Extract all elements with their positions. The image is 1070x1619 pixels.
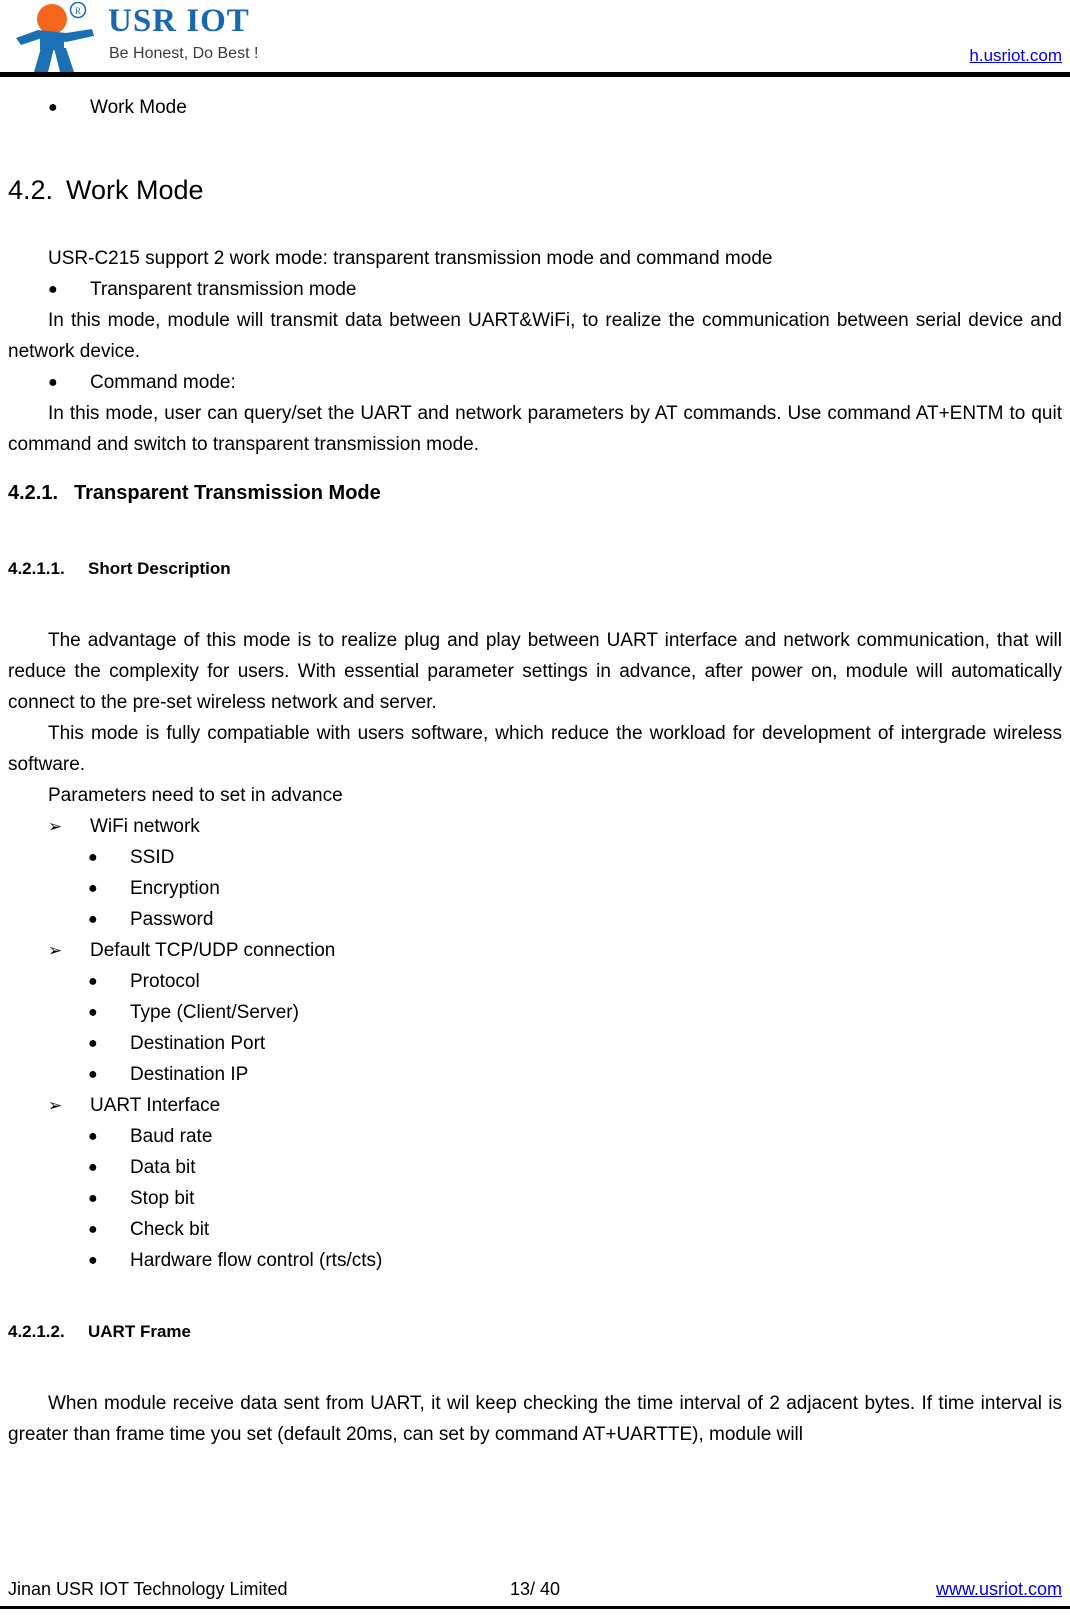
bullet-disc-icon: ●	[48, 99, 58, 116]
list-item: ➢ UART Interface	[48, 1090, 1062, 1121]
list-item: ● Password	[88, 904, 1062, 935]
heading-4-2-1-number: 4.2.1.	[8, 482, 59, 504]
list-item-label: Destination Port	[130, 1033, 266, 1054]
header-website-link[interactable]: h.usriot.com	[969, 46, 1062, 66]
list-item-label: Password	[130, 909, 214, 930]
bullet-disc-icon: ●	[48, 281, 58, 298]
usr-iot-figure-icon: R	[8, 1, 104, 72]
bullet-arrow-icon: ➢	[48, 941, 63, 960]
list-item-label: WiFi network	[90, 816, 200, 837]
short-description-paragraph-2: This mode is fully compatiable with user…	[8, 723, 1062, 775]
intro-paragraph: USR-C215 support 2 work mode: transparen…	[48, 248, 773, 269]
list-item-label: Encryption	[130, 878, 220, 899]
list-item: ● Data bit	[88, 1152, 1062, 1183]
list-item-label: UART Interface	[90, 1095, 221, 1116]
list-item-label: Command mode:	[90, 372, 236, 393]
list-item: ● Encryption	[88, 873, 1062, 904]
page-footer: Jinan USR IOT Technology Limited 13/ 40 …	[0, 1567, 1070, 1619]
bullet-disc-icon: ●	[88, 1159, 98, 1176]
list-item: ● Protocol	[88, 966, 1062, 997]
footer-row: Jinan USR IOT Technology Limited 13/ 40 …	[0, 1575, 1070, 1605]
bullet-arrow-icon: ➢	[48, 1096, 63, 1115]
uart-frame-paragraph: When module receive data sent from UART,…	[8, 1393, 1062, 1445]
list-item: ➢ WiFi network	[48, 811, 1062, 842]
short-description-paragraph-1: The advantage of this mode is to realize…	[8, 630, 1062, 713]
list-item: ● Check bit	[88, 1214, 1062, 1245]
logo-wordmark: USR IOT	[108, 3, 250, 39]
footer-divider	[0, 1606, 1070, 1609]
list-item: ● Stop bit	[88, 1183, 1062, 1214]
bullet-disc-icon: ●	[88, 1004, 98, 1021]
heading-4-2-1-2-title: UART Frame	[88, 1322, 191, 1341]
heading-4-2-1-2: 4.2.1.2. UART Frame	[8, 1320, 1062, 1344]
heading-4-2-1-title: Transparent Transmission Mode	[74, 482, 381, 504]
logo-tagline: Be Honest, Do Best !	[109, 45, 259, 62]
bullet-arrow-icon: ➢	[48, 817, 63, 836]
footer-website-link[interactable]: www.usriot.com	[936, 1575, 1062, 1603]
document-content: ● Work Mode 4.2. Work Mode USR-C215 suppo…	[0, 78, 1070, 1450]
list-item: ● Hardware flow control (rts/cts)	[88, 1245, 1062, 1276]
list-item-label: Work Mode	[90, 97, 187, 118]
list-item-label: Destination IP	[130, 1064, 249, 1085]
list-item-label: Default TCP/UDP connection	[90, 940, 336, 961]
list-item-label: Transparent transmission mode	[90, 279, 357, 300]
document-page: R USR IOT Be Honest, Do Best ! h.usriot.…	[0, 0, 1070, 1619]
list-item: ● Destination IP	[88, 1059, 1062, 1090]
list-item: ● Command mode:	[48, 367, 1062, 398]
list-item-label: Baud rate	[130, 1126, 213, 1147]
list-item: ● Destination Port	[88, 1028, 1062, 1059]
bullet-disc-icon: ●	[88, 1190, 98, 1207]
list-item: ● Transparent transmission mode	[48, 274, 1062, 305]
list-item-label: Type (Client/Server)	[130, 1002, 299, 1023]
command-mode-paragraph: In this mode, user can query/set the UAR…	[8, 403, 1062, 455]
list-item: ● Baud rate	[88, 1121, 1062, 1152]
bullet-disc-icon: ●	[88, 1128, 98, 1145]
heading-4-2: 4.2. Work Mode	[8, 173, 1062, 207]
bullet-disc-icon: ●	[88, 1252, 98, 1269]
heading-4-2-1-1-title: Short Description	[88, 559, 231, 578]
list-item: ● SSID	[88, 842, 1062, 873]
header-divider	[0, 72, 1070, 77]
list-item: ● Work Mode	[48, 92, 1062, 123]
bullet-disc-icon: ●	[88, 911, 98, 928]
company-logo: R USR IOT Be Honest, Do Best !	[8, 1, 338, 72]
bullet-disc-icon: ●	[88, 880, 98, 897]
list-item: ● Type (Client/Server)	[88, 997, 1062, 1028]
list-item-label: Stop bit	[130, 1188, 195, 1209]
parameters-lead-text: Parameters need to set in advance	[48, 785, 343, 806]
heading-4-2-1-2-number: 4.2.1.2.	[8, 1322, 65, 1341]
list-item-label: Data bit	[130, 1157, 196, 1178]
heading-4-2-number: 4.2.	[8, 175, 54, 205]
transparent-mode-paragraph: In this mode, module will transmit data …	[8, 310, 1062, 362]
bullet-disc-icon: ●	[48, 374, 58, 391]
heading-4-2-1-1: 4.2.1.1. Short Description	[8, 557, 1062, 581]
page-header: R USR IOT Be Honest, Do Best ! h.usriot.…	[0, 0, 1070, 78]
list-item-label: SSID	[130, 847, 175, 868]
list-item-label: Check bit	[130, 1219, 210, 1240]
heading-4-2-1-1-number: 4.2.1.1.	[8, 559, 65, 578]
heading-4-2-title: Work Mode	[66, 175, 204, 205]
bullet-disc-icon: ●	[88, 973, 98, 990]
bullet-disc-icon: ●	[88, 1066, 98, 1083]
bullet-disc-icon: ●	[88, 1035, 98, 1052]
list-item-label: Protocol	[130, 971, 200, 992]
list-item: ➢ Default TCP/UDP connection	[48, 935, 1062, 966]
list-item-label: Hardware flow control (rts/cts)	[130, 1250, 383, 1271]
svg-text:R: R	[75, 6, 81, 16]
footer-page-number: 13/ 40	[509, 1579, 561, 1599]
bullet-disc-icon: ●	[88, 1221, 98, 1238]
bullet-disc-icon: ●	[88, 849, 98, 866]
heading-4-2-1: 4.2.1. Transparent Transmission Mode	[8, 480, 1062, 507]
